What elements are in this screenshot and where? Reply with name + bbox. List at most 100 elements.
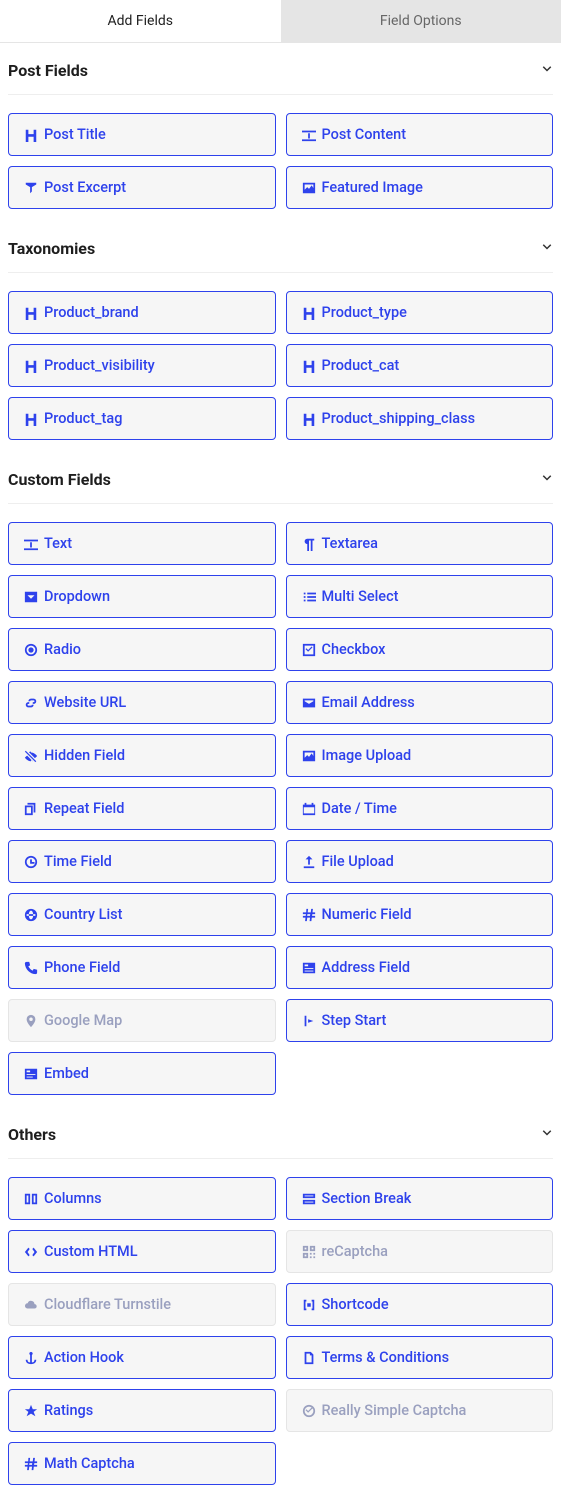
field-post-excerpt[interactable]: Post Excerpt [8,166,276,209]
field-label: Custom HTML [44,1243,138,1260]
field-terms-conditions[interactable]: Terms & Conditions [286,1336,554,1379]
address-icon [302,961,316,975]
link-icon [24,696,38,710]
field-shortcode[interactable]: Shortcode [286,1283,554,1326]
field-label: Really Simple Captcha [322,1402,467,1419]
field-columns[interactable]: Columns [8,1177,276,1220]
field-label: Email Address [322,694,415,711]
field-custom-html[interactable]: Custom HTML [8,1230,276,1273]
field-label: Product_visibility [44,357,155,374]
field-checkbox[interactable]: Checkbox [286,628,554,671]
field-repeat-field[interactable]: Repeat Field [8,787,276,830]
section-header-post-fields[interactable]: Post Fields [8,43,553,95]
field-label: Country List [44,906,122,923]
list-icon [302,590,316,604]
field-radio[interactable]: Radio [8,628,276,671]
field-label: Website URL [44,694,126,711]
field-email-address[interactable]: Email Address [286,681,554,724]
field-dropdown[interactable]: Dropdown [8,575,276,618]
field-label: Featured Image [322,179,423,196]
field-ratings[interactable]: Ratings [8,1389,276,1432]
field-hidden-field[interactable]: Hidden Field [8,734,276,777]
hash-icon [302,908,316,922]
field-grid: Post Title Post Content Post Excerpt Featur… [8,95,553,221]
envelope-icon [302,696,316,710]
phone-icon [24,961,38,975]
tab-field-options[interactable]: Field Options [281,0,561,42]
field-date-time[interactable]: Date / Time [286,787,554,830]
section-taxonomies: TaxonomiesProduct_brandProduct_typeProdu… [0,221,561,452]
chevron-down-icon [541,472,553,487]
field-post-content[interactable]: Post Content [286,113,554,156]
field-label: Address Field [322,959,411,976]
field-step-start[interactable]: Step Start [286,999,554,1042]
field-product-brand[interactable]: Product_brand [8,291,276,334]
field-text[interactable]: Text [8,522,276,565]
section-header-others[interactable]: Others [8,1107,553,1159]
check-circle-icon [302,1404,316,1418]
field-label: Time Field [44,853,112,870]
map-pin-icon [24,1014,38,1028]
field-website-url[interactable]: Website URL [8,681,276,724]
qr-icon [302,1245,316,1259]
field-textarea[interactable]: Textarea [286,522,554,565]
tab-add-fields[interactable]: Add Fields [0,0,281,42]
field-label: Numeric Field [322,906,412,923]
field-product-tag[interactable]: Product_tag [8,397,276,440]
field-label: Columns [44,1190,102,1207]
star-icon [24,1404,38,1418]
field-label: Cloudflare Turnstile [44,1296,171,1313]
upload-icon [302,855,316,869]
field-address-field[interactable]: Address Field [286,946,554,989]
field-post-title[interactable]: Post Title [8,113,276,156]
field-math-captcha[interactable]: Math Captcha [8,1442,276,1485]
cloud-icon [24,1298,38,1312]
section-header-taxonomies[interactable]: Taxonomies [8,221,553,273]
radio-icon [24,643,38,657]
field-featured-image[interactable]: Featured Image [286,166,554,209]
code-icon [24,1245,38,1259]
field-country-list[interactable]: Country List [8,893,276,936]
anchor-icon [24,1351,38,1365]
pin-icon [24,181,38,195]
field-product-shipping-class[interactable]: Product_shipping_class [286,397,554,440]
field-phone-field[interactable]: Phone Field [8,946,276,989]
field-label: Radio [44,641,81,658]
checkbox-icon [302,643,316,657]
field-numeric-field[interactable]: Numeric Field [286,893,554,936]
field-product-cat[interactable]: Product_cat [286,344,554,387]
section-header-custom-fields[interactable]: Custom Fields [8,452,553,504]
section-title: Taxonomies [8,239,95,258]
field-section-break[interactable]: Section Break [286,1177,554,1220]
section-title: Others [8,1125,56,1144]
step-icon [302,1014,316,1028]
field-embed[interactable]: Embed [8,1052,276,1095]
field-file-upload[interactable]: File Upload [286,840,554,883]
field-action-hook[interactable]: Action Hook [8,1336,276,1379]
field-grid: Product_brandProduct_type Product_visibil… [8,273,553,452]
section-custom-fields: Custom FieldsTextTextareaDropdownMulti S… [0,452,561,1107]
field-label: Embed [44,1065,89,1082]
field-grid: TextTextareaDropdownMulti Select Radio Che… [8,504,553,1107]
field-time-field[interactable]: Time Field [8,840,276,883]
hash-icon [24,1457,38,1471]
section-icon [302,1192,316,1206]
field-google-map: Google Map [8,999,276,1042]
field-product-type[interactable]: Product_type [286,291,554,334]
field-label: reCaptcha [322,1243,388,1260]
field-product-visibility[interactable]: Product_visibility [8,344,276,387]
chevron-down-icon [541,241,553,256]
tabs: Add Fields Field Options [0,0,561,43]
field-label: Shortcode [322,1296,389,1313]
shortcode-icon [302,1298,316,1312]
field-multi-select[interactable]: Multi Select [286,575,554,618]
field-image-upload[interactable]: Image Upload [286,734,554,777]
field-label: Product_tag [44,410,122,427]
section-post-fields: Post Fields Post Title Post Content Post Ex… [0,43,561,221]
field-really-simple-captcha: Really Simple Captcha [286,1389,554,1432]
field-label: Post Content [322,126,407,143]
field-label: Date / Time [322,800,397,817]
heading-icon [302,412,316,426]
field-label: Product_cat [322,357,400,374]
heading-icon [302,359,316,373]
